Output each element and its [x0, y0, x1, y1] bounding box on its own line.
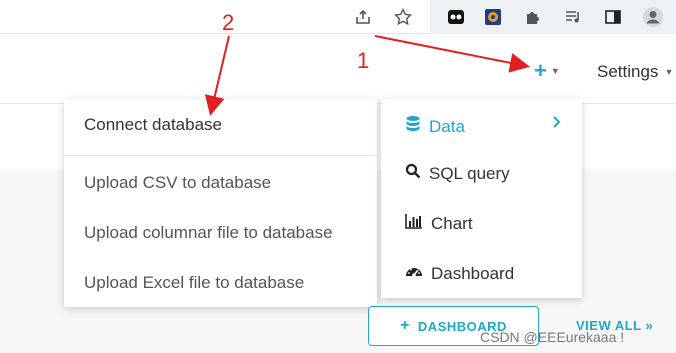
add-new-dropdown: Data SQL query Chart Dashboard	[381, 99, 582, 298]
data-submenu: Connect database Upload CSV to database …	[64, 99, 377, 307]
media-icon[interactable]	[560, 4, 586, 30]
caret-down-icon: ▼	[550, 66, 560, 76]
menu-divider	[64, 155, 377, 156]
dashboard-icon	[405, 263, 423, 284]
bar-chart-icon	[405, 213, 423, 234]
annotation-step-1: 1	[357, 48, 370, 73]
star-icon[interactable]	[390, 4, 416, 30]
sidebar-icon[interactable]	[600, 4, 626, 30]
caret-down-icon: ▼	[664, 67, 674, 77]
menu-item-label: Chart	[431, 213, 473, 233]
watermark: CSDN @EEEurekaaa !	[480, 329, 625, 345]
annotation-step-2: 2	[222, 10, 235, 35]
share-icon[interactable]	[350, 4, 376, 30]
plus-icon: +	[400, 317, 410, 334]
add-new-menu-button[interactable]: + ▼	[534, 60, 560, 82]
database-icon	[405, 115, 421, 138]
menu-item-label: Data	[429, 116, 465, 136]
app-header	[0, 34, 676, 104]
menu-item-upload-excel[interactable]: Upload Excel file to database	[84, 273, 304, 293]
settings-menu[interactable]: Settings ▼	[597, 62, 673, 82]
extension-icon-2[interactable]	[480, 4, 506, 30]
menu-item-label: SQL query	[429, 163, 510, 183]
menu-item-upload-columnar[interactable]: Upload columnar file to database	[84, 223, 333, 243]
profile-icon[interactable]	[640, 4, 666, 30]
menu-item-label: Dashboard	[431, 263, 515, 283]
extension-icon-1[interactable]	[443, 4, 469, 30]
puzzle-icon[interactable]	[520, 4, 546, 30]
menu-item-data[interactable]: Data	[405, 115, 465, 138]
menu-item-chart[interactable]: Chart	[405, 213, 473, 234]
menu-item-upload-csv[interactable]: Upload CSV to database	[84, 173, 271, 193]
menu-item-dashboard[interactable]: Dashboard	[405, 263, 514, 284]
menu-item-sql-query[interactable]: SQL query	[405, 163, 510, 184]
plus-icon: +	[534, 58, 547, 83]
menu-item-connect-database[interactable]: Connect database	[84, 115, 222, 135]
browser-toolbar	[0, 0, 676, 34]
chevron-right-icon	[552, 115, 562, 134]
search-icon	[405, 163, 421, 184]
settings-label: Settings	[597, 62, 659, 81]
